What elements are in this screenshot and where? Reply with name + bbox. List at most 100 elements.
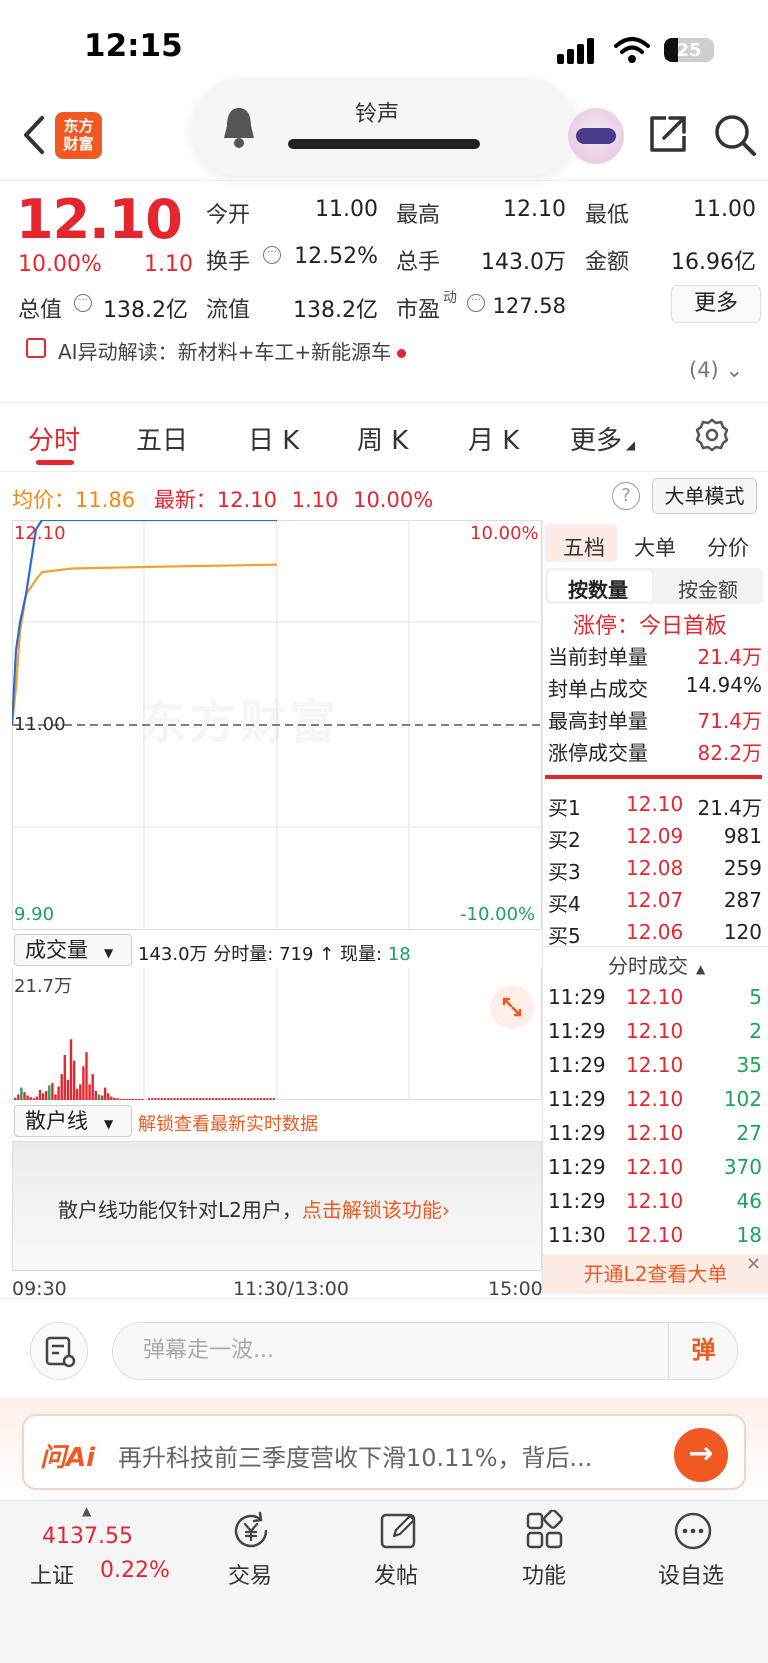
volume-bar <box>48 1085 51 1100</box>
index-name[interactable]: 上证 <box>30 1558 74 1590</box>
tab-day-k[interactable]: 日 K <box>248 420 299 457</box>
notes-button[interactable] <box>30 1322 88 1380</box>
turnover-value: 12.52% <box>294 244 378 269</box>
volume-bar <box>224 1098 227 1100</box>
panel-divider <box>542 520 543 1295</box>
danmu-input[interactable]: 弹幕走一波... <box>112 1322 738 1380</box>
more-button[interactable]: 更多 <box>671 285 761 323</box>
volume-bar <box>69 1039 73 1100</box>
tab-week-k[interactable]: 周 K <box>357 420 408 457</box>
search-icon[interactable] <box>712 112 758 158</box>
volume-bar <box>26 1095 29 1100</box>
app-logo: 东方财富 <box>55 112 102 159</box>
indicator-dropdown[interactable]: 成交量 ▼ <box>14 934 132 966</box>
time-axis-start: 09:30 <box>12 1278 67 1300</box>
yen-cycle-icon[interactable] <box>230 1510 272 1552</box>
volume-bar <box>237 1098 240 1100</box>
insight-count[interactable]: (4) ⌄ <box>689 358 743 382</box>
chevron-down-icon: ⌄ <box>725 358 744 382</box>
y-bottom-pct: -10.00% <box>460 904 536 925</box>
field-label: 流值 <box>206 298 251 323</box>
tab-more[interactable]: 更多 ◢ <box>570 420 635 457</box>
volume-bar <box>79 1084 82 1100</box>
info-dots-icon[interactable]: ··· <box>74 294 92 312</box>
volume-bar <box>263 1098 266 1100</box>
volume-bar <box>186 1098 189 1100</box>
volume-bar <box>148 1098 150 1100</box>
limit-stat-row: 最高封单量 71.4万 <box>548 709 762 733</box>
big-order-mode-button[interactable]: 大单模式 <box>652 478 757 514</box>
edit-icon[interactable] <box>378 1510 420 1552</box>
info-dots-icon[interactable]: ··· <box>467 294 485 312</box>
volume-bar <box>272 1098 275 1100</box>
volume-bar <box>82 1066 85 1100</box>
low-value: 11.00 <box>693 197 756 222</box>
expand-button[interactable] <box>490 985 534 1029</box>
ask-ai-prompt[interactable]: 再升科技前三季度营收下滑10.11%，背后... <box>118 1438 592 1473</box>
latest-value: 12.10 <box>216 488 277 512</box>
open-l2-banner[interactable]: 开通L2查看大单 <box>543 1254 768 1294</box>
caret-down-icon: ▼ <box>104 1117 114 1131</box>
y-top-pct: 10.00% <box>470 523 539 544</box>
segment-by-quantity[interactable]: 按数量 <box>568 574 628 603</box>
volume-bar <box>122 1098 125 1100</box>
nav-functions[interactable]: 功能 <box>522 1558 566 1590</box>
field-label: 金额 <box>585 250 630 275</box>
float-cap-value: 138.2亿 <box>293 298 378 323</box>
tab-price-distribution[interactable]: 分价 <box>707 532 749 562</box>
volume-bar <box>199 1098 202 1100</box>
volume-bar <box>240 1098 243 1100</box>
grid-icon[interactable] <box>524 1510 566 1552</box>
volume-bar <box>183 1098 186 1100</box>
volume-bar <box>85 1052 88 1100</box>
volume-bar <box>88 1084 91 1100</box>
volume-bar <box>45 1091 48 1100</box>
ticks-header[interactable]: 分时成交 ▲ <box>608 950 705 979</box>
retail-line-message: 散户线功能仅针对L2用户，点击解锁该功能› <box>58 1198 450 1222</box>
high-value: 12.10 <box>503 197 566 222</box>
volume-bar <box>202 1098 205 1100</box>
arrow-right-icon[interactable]: → <box>674 1428 728 1482</box>
change-percent: 10.00% <box>18 252 102 277</box>
ai-insight-link[interactable]: AI异动解读：新材料+车工+新能源车 <box>58 336 407 365</box>
volume-bar <box>228 1098 230 1100</box>
volume-bar <box>17 1094 20 1100</box>
info-dots-icon[interactable]: ··· <box>263 246 281 264</box>
index-pct[interactable]: 0.22% <box>100 1558 170 1583</box>
close-icon[interactable]: ✕ <box>746 1254 761 1275</box>
tab-five-day[interactable]: 五日 <box>136 420 188 457</box>
tab-fenshi[interactable]: 分时 <box>28 420 80 457</box>
market-cap-value: 138.2亿 <box>103 298 188 323</box>
unlock-feature-link[interactable]: 点击解锁该功能 <box>302 1198 442 1222</box>
nav-trade[interactable]: 交易 <box>228 1558 272 1590</box>
share-icon[interactable] <box>646 112 690 156</box>
tab-month-k[interactable]: 月 K <box>468 420 519 457</box>
y-mid-price: 11.00 <box>14 714 66 735</box>
ai-icon <box>26 338 46 358</box>
gear-icon[interactable] <box>694 417 730 453</box>
retail-line-dropdown[interactable]: 散户线 ▼ <box>14 1105 132 1137</box>
tab-big-orders[interactable]: 大单 <box>634 532 676 562</box>
more-dots-icon[interactable] <box>672 1510 714 1552</box>
nav-add-watchlist[interactable]: 设自选 <box>658 1558 724 1590</box>
limit-stat-row: 封单占成交 14.94% <box>548 673 762 701</box>
volume-bar <box>256 1098 259 1100</box>
latest-change: 1.10 <box>291 488 339 512</box>
index-value[interactable]: 4137.55 <box>42 1524 133 1549</box>
divider <box>0 180 768 181</box>
back-icon[interactable] <box>16 110 56 160</box>
volume-bar <box>247 1098 250 1100</box>
help-icon[interactable]: ? <box>612 482 640 510</box>
volume-bar <box>94 1091 97 1100</box>
danmu-send-button[interactable]: 弹 <box>668 1322 738 1380</box>
unlock-realtime-link[interactable]: 解锁查看最新实时数据 <box>138 1110 318 1136</box>
limit-up-status: 涨停：今日首板 <box>573 614 728 639</box>
tab-five-levels[interactable]: 五档 <box>563 532 605 562</box>
volume-bar <box>131 1098 135 1100</box>
segment-by-amount[interactable]: 按金额 <box>678 574 738 603</box>
nav-post[interactable]: 发帖 <box>374 1558 418 1590</box>
volume-bar <box>91 1074 94 1100</box>
assistant-avatar[interactable] <box>568 108 624 164</box>
field-label: 总值 <box>18 298 63 323</box>
open-value: 11.00 <box>315 197 378 222</box>
